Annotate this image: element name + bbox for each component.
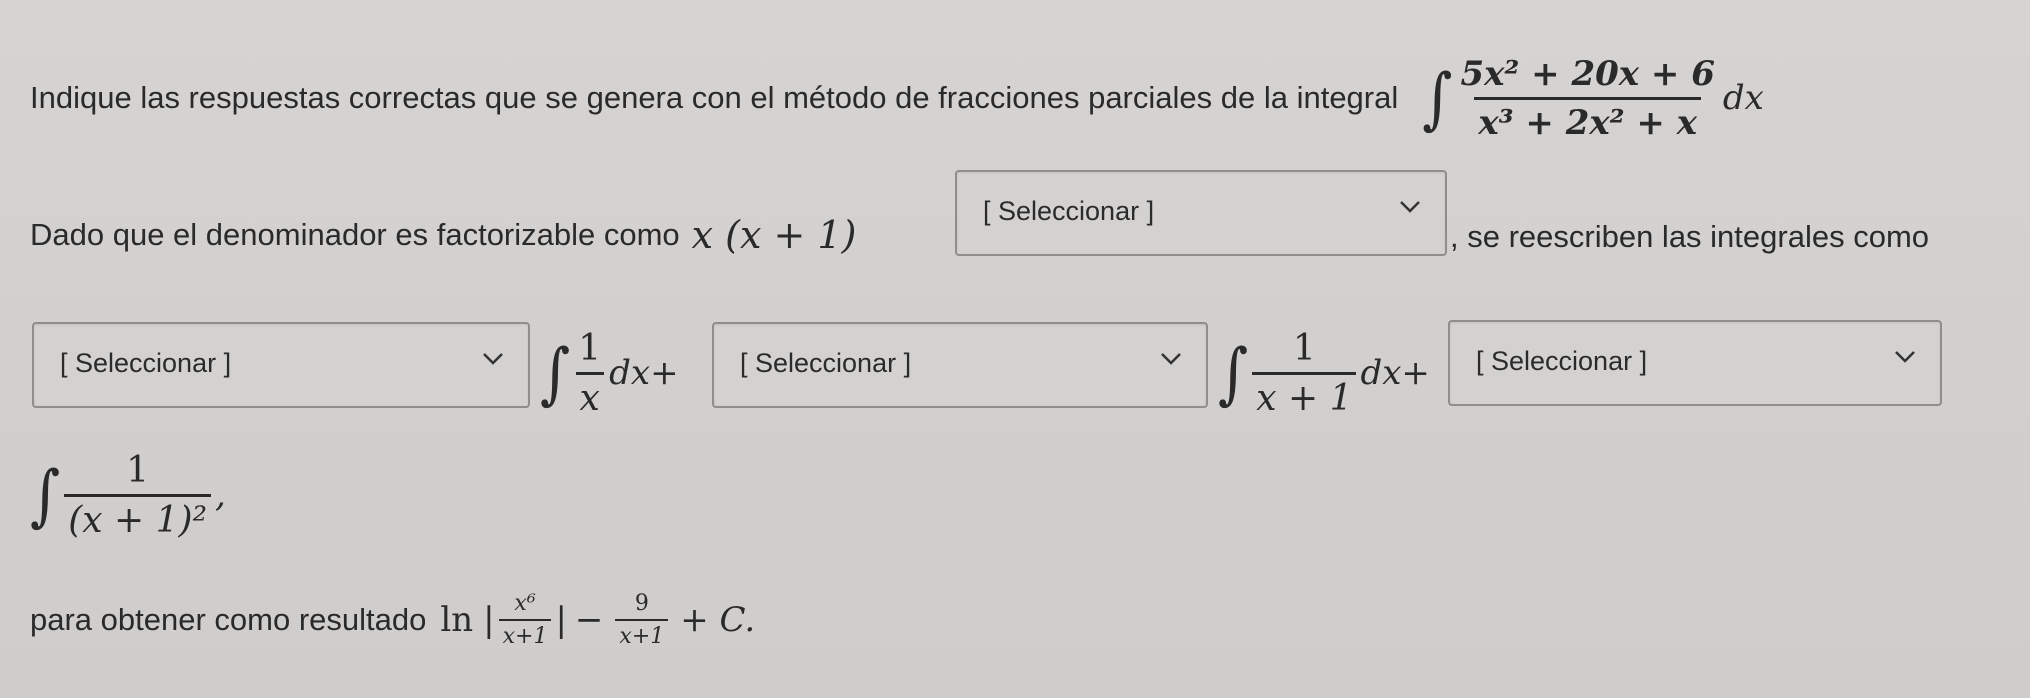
question-line: Indique las respuestas correctas que se … — [30, 48, 1764, 148]
result-line: para obtener como resultado ln | x⁶ x+1 … — [30, 580, 755, 660]
dropdown-3[interactable]: [ Seleccionar ] — [712, 322, 1208, 408]
result-prefix: para obtener como resultado — [30, 602, 427, 637]
term3-numerator: 1 — [126, 449, 150, 491]
factor-expression: x (x + 1) — [691, 213, 857, 257]
factor-suffix: , se reescriben las integrales como — [1450, 219, 1930, 254]
term2-after: dx+ — [1360, 353, 1430, 393]
result-fraction-1-numerator: x⁶ — [514, 591, 536, 616]
chevron-down-icon — [483, 353, 503, 365]
term1: ∫ 1 x dx+ — [540, 318, 679, 428]
term3-fraction: 1 (x + 1)² — [64, 450, 211, 541]
term1-after: dx+ — [609, 353, 679, 393]
term1-numerator: 1 — [578, 327, 602, 369]
factor-line: Dado que el denominador es factorizable … — [30, 210, 856, 260]
integrand-numerator: 5x² + 20x + 6 — [1460, 53, 1715, 94]
term3-denominator: (x + 1)² — [64, 493, 211, 541]
term3: ∫ 1 (x + 1)² , — [30, 430, 226, 560]
dropdown-1[interactable]: [ Seleccionar ] — [955, 170, 1447, 256]
dropdown-2-value: [ Seleccionar ] — [60, 348, 232, 378]
factor-suffix-wrap: , se reescriben las integrales como — [1450, 212, 1929, 262]
result-ln: ln — [440, 600, 474, 640]
dropdown-2[interactable]: [ Seleccionar ] — [32, 322, 530, 408]
question-text: Indique las respuestas correctas que se … — [30, 80, 1399, 115]
term1-integral-sign: ∫ — [540, 333, 571, 413]
term3-integral-sign: ∫ — [30, 455, 61, 535]
factor-prefix: Dado que el denominador es factorizable … — [30, 217, 680, 252]
result-abs-close: | — [555, 600, 567, 640]
chevron-down-icon — [1895, 351, 1915, 363]
term1-denominator: x — [575, 371, 604, 419]
result-tail: + C. — [680, 600, 756, 640]
result-abs-open: | — [483, 600, 495, 640]
result-fraction-1: x⁶ x+1 — [498, 591, 552, 649]
term3-after: , — [215, 475, 226, 515]
integral-sign: ∫ — [1422, 58, 1453, 138]
result-minus: − — [574, 600, 604, 640]
term2-fraction: 1 x + 1 — [1252, 327, 1357, 419]
result-fraction-1-denominator: x+1 — [498, 619, 552, 649]
term1-fraction: 1 x — [574, 328, 605, 419]
dropdown-4-value: [ Seleccionar ] — [1476, 346, 1648, 376]
term2-integral-sign: ∫ — [1218, 333, 1249, 413]
result-fraction-2: 9 x+1 — [615, 591, 669, 649]
result-fraction-2-numerator: 9 — [634, 591, 649, 616]
term2: ∫ 1 x + 1 dx+ — [1218, 318, 1430, 428]
chevron-down-icon — [1400, 201, 1420, 213]
dropdown-4[interactable]: [ Seleccionar ] — [1448, 320, 1942, 406]
term2-numerator: 1 — [1292, 327, 1316, 369]
integrand-denominator: x³ + 2x² + x — [1474, 96, 1701, 143]
term2-denominator: x + 1 — [1252, 371, 1357, 419]
dropdown-3-value: [ Seleccionar ] — [740, 348, 912, 378]
integrand-fraction: 5x² + 20x + 6 x³ + 2x² + x — [1456, 54, 1718, 143]
chevron-down-icon — [1161, 353, 1181, 365]
result-fraction-2-denominator: x+1 — [615, 619, 669, 649]
dropdown-1-value: [ Seleccionar ] — [983, 196, 1155, 226]
integral-differential: dx — [1722, 78, 1764, 118]
